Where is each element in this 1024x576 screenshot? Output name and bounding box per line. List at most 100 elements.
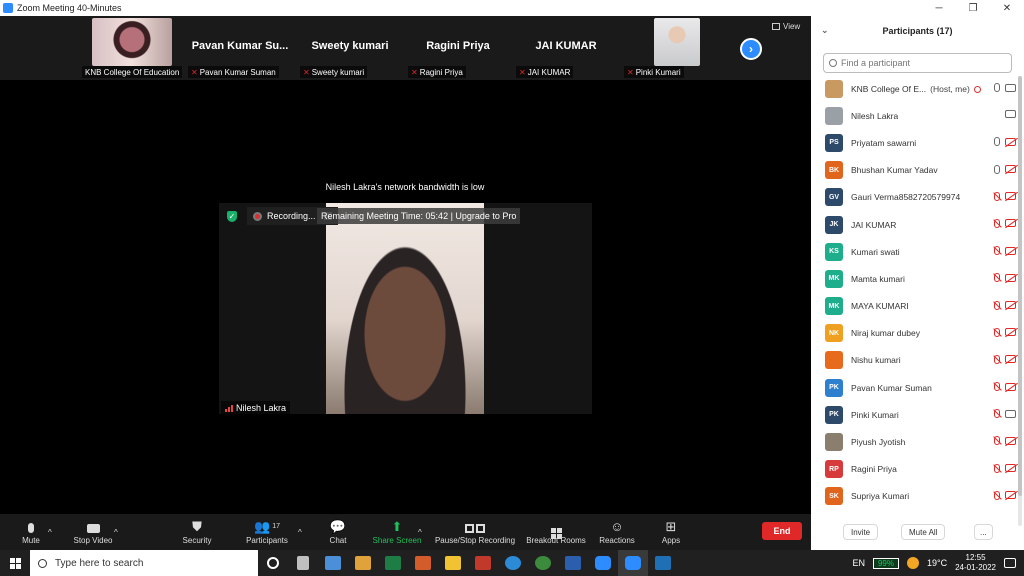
chevron-right-icon: ›: [749, 42, 753, 56]
participant-name: Mamta kumari: [851, 273, 905, 284]
participant-status-icons: [994, 490, 1016, 500]
next-page-button[interactable]: ›: [740, 38, 762, 60]
search-input[interactable]: [841, 58, 1001, 68]
thumbnail-name: JAI KUMAR: [535, 40, 597, 52]
participants-options-caret[interactable]: ^: [298, 514, 302, 550]
participant-row[interactable]: KNB College Of E... (Host, me): [811, 75, 1016, 102]
participant-row[interactable]: GV Gauri Verma8582720579974: [811, 184, 1016, 211]
thumbnail-tile[interactable]: JAI KUMAR ✕ JAI KUMAR: [514, 16, 618, 78]
participant-row[interactable]: JK JAI KUMAR: [811, 211, 1016, 238]
thumbnail-tile[interactable]: KNB College Of Education: [80, 16, 184, 78]
taskbar-app[interactable]: [558, 550, 588, 576]
office-icon: [475, 556, 491, 570]
participant-row[interactable]: MK Mamta kumari: [811, 265, 1016, 292]
close-button[interactable]: ✕: [990, 3, 1024, 14]
mic-muted-icon: [994, 409, 1000, 419]
share-options-caret[interactable]: ^: [418, 514, 422, 550]
video-options-caret[interactable]: ^: [114, 514, 118, 550]
audio-options-caret[interactable]: ^: [48, 514, 52, 550]
thumbnail-tile[interactable]: Ragini Priya ✕ Ragini Priya: [406, 16, 510, 78]
avatar: MK: [825, 297, 843, 316]
taskbar-app[interactable]: [528, 550, 558, 576]
participant-row[interactable]: SK Supriya Kumari: [811, 483, 1016, 510]
invite-button[interactable]: Invite: [843, 524, 879, 540]
taskbar-app[interactable]: [318, 550, 348, 576]
chevron-down-icon[interactable]: ⌄: [821, 25, 829, 36]
share-screen-button[interactable]: ⬆ Share Screen: [372, 514, 422, 550]
participant-search[interactable]: [823, 53, 1012, 73]
excel-icon: [385, 556, 401, 570]
taskbar-app[interactable]: [408, 550, 438, 576]
remaining-time-banner[interactable]: Remaining Meeting Time: 05:42 | Upgrade …: [317, 208, 521, 224]
active-speaker-video[interactable]: ✓ Recording... Remaining Meeting Time: 0…: [219, 203, 592, 414]
thumbnail-label: ✕ Sweety kumari: [300, 66, 368, 78]
taskbar-app[interactable]: [498, 550, 528, 576]
participant-row[interactable]: MK MAYA KUMARI: [811, 293, 1016, 320]
maximize-button[interactable]: ❐: [956, 3, 990, 14]
security-button[interactable]: ⛊ Security: [180, 514, 214, 550]
video-off-icon: [1005, 464, 1016, 473]
stop-video-button[interactable]: Stop Video: [70, 514, 116, 550]
reactions-button[interactable]: ☺ Reactions: [598, 514, 636, 550]
participant-row[interactable]: Piyush Jyotish: [811, 428, 1016, 455]
participant-row[interactable]: KS Kumari swati: [811, 238, 1016, 265]
participant-status-icons: [994, 300, 1016, 310]
participant-row[interactable]: PS Priyatam sawarni: [811, 129, 1016, 156]
chat-button[interactable]: 💬 Chat: [326, 514, 350, 550]
minimize-button[interactable]: ─: [922, 3, 956, 14]
thumbnail-name: Sweety kumari: [311, 40, 389, 52]
end-meeting-button[interactable]: End: [762, 522, 802, 540]
battery-indicator[interactable]: 99%: [872, 557, 899, 569]
more-button[interactable]: ...: [974, 524, 993, 540]
taskbar-app[interactable]: [438, 550, 468, 576]
clock[interactable]: 12:55 24-01-2022: [955, 553, 996, 573]
mute-all-button[interactable]: Mute All: [901, 524, 946, 540]
pause-stop-recording-button[interactable]: Pause/Stop Recording: [434, 514, 516, 550]
thumbnail-tile[interactable]: Sweety kumari ✕ Sweety kumari: [298, 16, 402, 78]
taskbar-app[interactable]: [348, 550, 378, 576]
participant-row[interactable]: PK Pavan Kumar Suman: [811, 374, 1016, 401]
participants-button[interactable]: 👥 17 Participants: [244, 514, 290, 550]
participant-name: Priyatam sawarni: [851, 137, 917, 148]
breakout-rooms-button[interactable]: Breakout Rooms: [526, 514, 586, 550]
participant-row[interactable]: PK Pinki Kumari: [811, 401, 1016, 428]
mic-muted-icon: [994, 490, 1000, 500]
participant-name: Ragini Priya: [851, 464, 897, 475]
participant-row[interactable]: Nishu kumari: [811, 347, 1016, 374]
panel-scrollbar[interactable]: [1018, 76, 1022, 526]
taskbar-app[interactable]: [288, 550, 318, 576]
avatar: BK: [825, 161, 843, 180]
participant-row[interactable]: Nilesh Lakra: [811, 102, 1016, 129]
thumbnail-label: ✕ Pinki Kumari: [624, 66, 684, 78]
view-button[interactable]: View: [772, 22, 800, 31]
shield-icon[interactable]: ✓: [227, 211, 237, 222]
language-indicator[interactable]: EN: [852, 558, 865, 568]
thumbnail-tile[interactable]: Pavan Kumar Su... ✕ Pavan Kumar Suman: [186, 16, 294, 78]
start-button[interactable]: [0, 550, 30, 576]
taskbar-app-active[interactable]: [618, 550, 648, 576]
participant-name: KNB College Of E... (Host, me): [851, 84, 981, 94]
avatar: JK: [825, 215, 843, 234]
participant-name: Pavan Kumar Suman: [851, 382, 932, 393]
taskbar-app[interactable]: [378, 550, 408, 576]
taskbar-app[interactable]: [468, 550, 498, 576]
participant-status-icons: [994, 191, 1016, 201]
share-arrow-icon: ⬆: [391, 519, 403, 534]
mic-muted-icon: [994, 246, 1000, 256]
participant-row[interactable]: NK Niraj kumar dubey: [811, 320, 1016, 347]
temperature[interactable]: 19°C: [927, 558, 947, 568]
weather-icon[interactable]: [906, 557, 919, 569]
mic-muted-icon: [994, 327, 1000, 337]
task-view-button[interactable]: [258, 550, 288, 576]
taskbar-app[interactable]: [648, 550, 678, 576]
thumbnail-tile[interactable]: ✕ Pinki Kumari: [622, 16, 726, 78]
shield-icon: ⛊: [192, 519, 202, 534]
mute-button[interactable]: Mute: [18, 514, 44, 550]
taskbar-search[interactable]: Type here to search: [30, 550, 258, 576]
apps-button[interactable]: ⊞ Apps: [658, 514, 684, 550]
taskbar-app[interactable]: [588, 550, 618, 576]
participant-row[interactable]: RP Ragini Priya: [811, 456, 1016, 483]
notification-icon[interactable]: [1004, 558, 1016, 568]
participant-row[interactable]: BK Bhushan Kumar Yadav: [811, 157, 1016, 184]
video-camera-icon: [1005, 110, 1016, 119]
